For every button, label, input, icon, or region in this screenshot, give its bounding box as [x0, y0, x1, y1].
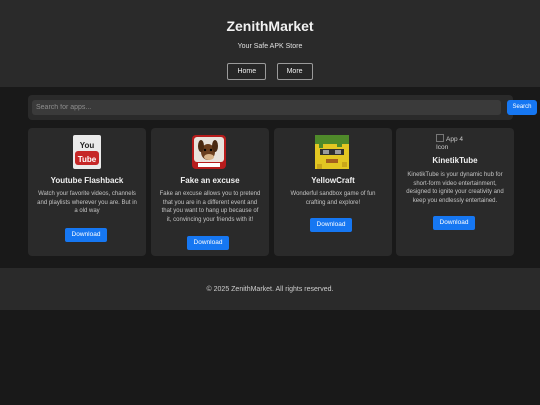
search-bar: Search: [28, 95, 537, 120]
app-card-youtube-flashback: You Tube Youtube Flashback Watch your fa…: [28, 128, 146, 256]
app-title: KinetikTube: [432, 156, 478, 165]
app-card-yellowcraft: YellowCraft Wonderful sandbox game of fu…: [274, 128, 392, 256]
download-button[interactable]: Download: [433, 216, 475, 230]
app-description: Wonderful sandbox game of fun crafting a…: [290, 191, 376, 206]
broken-image-icon: App 4 Icon: [436, 134, 476, 152]
app-description: Watch your favorite videos, channels and…: [37, 191, 137, 214]
search-button[interactable]: Search: [507, 100, 537, 115]
download-button[interactable]: Download: [310, 218, 352, 232]
copyright-text: © 2025 ZenithMarket. All rights reserved…: [206, 286, 334, 293]
app-card-fake-an-excuse: Fake an excuse Fake an excuse allows you…: [151, 128, 269, 256]
pixel-block-face-icon: [315, 135, 349, 169]
nav-more-button[interactable]: More: [276, 63, 313, 80]
youtube-icon: You Tube: [73, 135, 101, 169]
dog-app-icon: [192, 135, 226, 169]
app-description: KinetikTube is your dynamic hub for shor…: [406, 172, 504, 204]
app-card-kinetiktube: App 4 Icon KinetikTube KinetikTube is yo…: [396, 128, 514, 256]
site-title: ZenithMarket: [226, 18, 314, 34]
site-footer: © 2025 ZenithMarket. All rights reserved…: [0, 268, 540, 310]
download-button[interactable]: Download: [187, 236, 229, 250]
app-title: Youtube Flashback: [50, 176, 124, 185]
download-button[interactable]: Download: [65, 228, 107, 242]
nav-home-button[interactable]: Home: [227, 63, 267, 80]
site-tagline: Your Safe APK Store: [237, 43, 303, 50]
main-nav: Home More: [0, 60, 540, 80]
svg-text:You: You: [80, 141, 95, 150]
search-input[interactable]: [32, 100, 501, 115]
app-title: Fake an excuse: [180, 176, 240, 185]
svg-text:Tube: Tube: [78, 155, 97, 164]
app-title: YellowCraft: [311, 176, 355, 185]
site-header: ZenithMarket Your Safe APK Store Home Mo…: [0, 0, 540, 87]
app-description: Fake an excuse allows you to pretend tha…: [159, 191, 261, 223]
